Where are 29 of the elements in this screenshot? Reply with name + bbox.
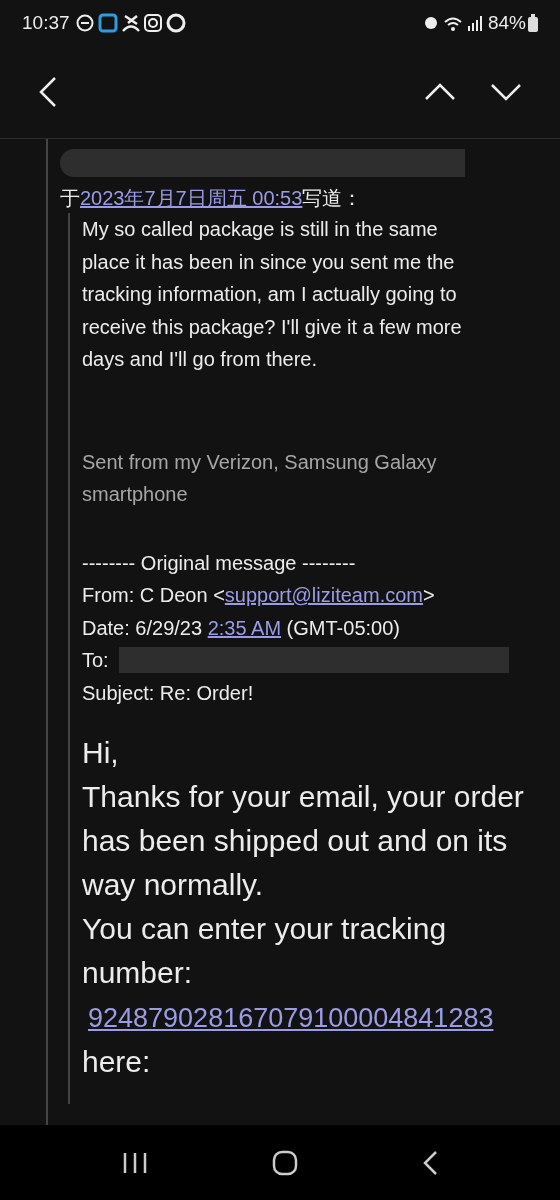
timezone-text: (GMT-05:00) <box>285 616 400 639</box>
battery-icon <box>528 14 538 32</box>
battery-percentage: 84% <box>487 10 526 35</box>
signal-icon <box>467 15 484 31</box>
back-nav-button[interactable] <box>422 1149 438 1176</box>
quote-attribution-prefix: 于 <box>60 187 80 209</box>
separator-text: -------- Original message -------- <box>82 550 357 576</box>
tracking-prompt: You can enter your tracking number: <box>82 911 448 991</box>
after-link-text: here: <box>82 1044 152 1080</box>
greeting-text: Hi, <box>82 735 120 771</box>
wifi-icon <box>443 15 462 31</box>
reply-text: My so called package is still in the same place it has been in since you sent me the tracking information, am I actually going to receive this package? I'll give it a few more days and I'll go from there. <box>82 217 463 372</box>
status-time: 10:37 <box>22 10 70 35</box>
quote-attribution-suffix: 写道： <box>302 187 363 209</box>
from-label: From: C Deon < <box>82 584 225 606</box>
to-label: To: <box>82 648 109 673</box>
home-button[interactable] <box>272 1149 298 1176</box>
date-label: Date: 6/29/23 <box>82 616 204 639</box>
signature-text: Sent from my Verizon, Samsung Galaxy smartphone <box>82 449 438 507</box>
do-not-disturb-icon <box>75 14 94 32</box>
tracking-link[interactable]: 924879028167079100004841283 <box>88 1003 494 1033</box>
from-bracket: > <box>423 584 435 606</box>
time-link[interactable]: 2:35 AM <box>207 616 282 639</box>
recent-apps-button[interactable] <box>122 1150 148 1175</box>
message-text: Thanks for your email, your order has been shipped out and on its way normally. <box>82 779 525 903</box>
subject-text: Subject: Re: Order! <box>82 680 255 706</box>
ring-icon <box>165 13 186 33</box>
next-button[interactable] <box>488 81 524 103</box>
email-link[interactable]: support@liziteam.com <box>224 584 423 606</box>
